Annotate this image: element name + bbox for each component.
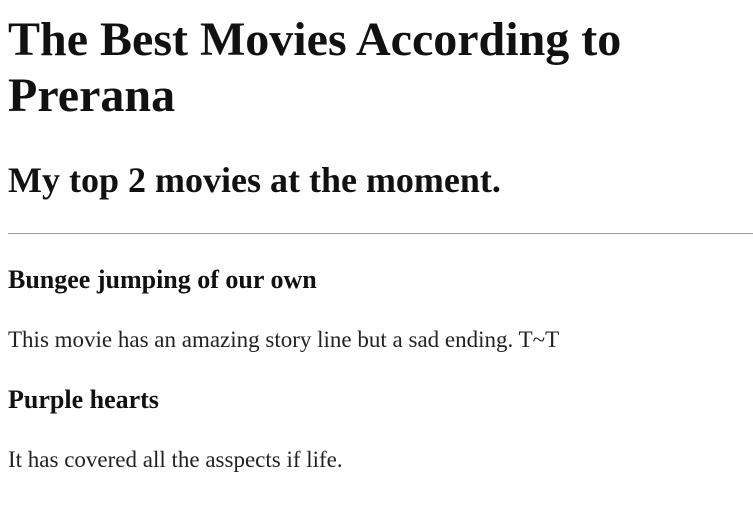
movie-title: Purple hearts <box>8 385 159 414</box>
movie-description: It has covered all the asspects if life. <box>8 447 343 472</box>
page-title: The Best Movies According to Prerana <box>8 13 622 122</box>
divider <box>8 233 753 234</box>
movie-title: Bungee jumping of our own <box>8 265 317 294</box>
movie-description: This movie has an amazing story line but… <box>8 327 560 352</box>
page: The Best Movies According to Prerana My … <box>0 0 753 517</box>
page-subtitle: My top 2 movies at the moment. <box>8 160 501 200</box>
